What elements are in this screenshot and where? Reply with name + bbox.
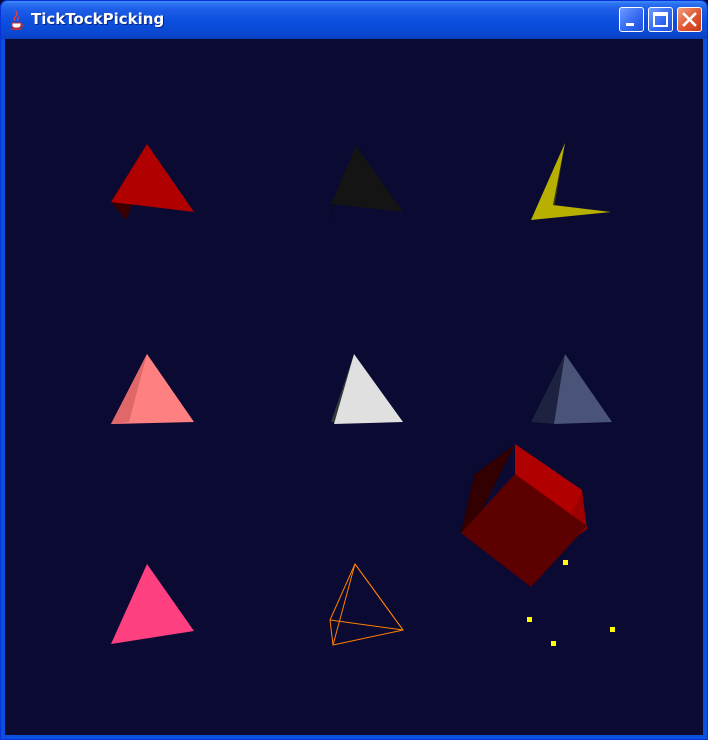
tetrahedron-salmon[interactable] [111, 354, 194, 424]
wireframe-edge-3 [329, 619, 404, 631]
app-window: TickTockPicking [0, 0, 708, 740]
point[interactable] [610, 627, 615, 632]
tetrahedron-pink[interactable] [111, 564, 194, 644]
tetrahedron-white[interactable] [331, 354, 403, 424]
tetrahedron-yellow[interactable] [531, 143, 611, 220]
wireframe-edge-outer [329, 563, 404, 646]
java-coffee-cup-icon[interactable] [8, 10, 26, 30]
window-frame-right [703, 39, 707, 739]
tetrahedron-red[interactable] [111, 144, 194, 220]
tetrahedron-white-face [334, 354, 403, 424]
minimize-icon [626, 23, 634, 26]
tetrahedron-orange-wireframe[interactable] [329, 563, 404, 646]
point[interactable] [551, 641, 556, 646]
close-button[interactable] [677, 7, 702, 32]
tetrahedron-slate[interactable] [531, 354, 612, 424]
tetrahedron-pink-face [111, 564, 194, 644]
close-icon [682, 12, 697, 27]
window-frame-bottom [1, 735, 707, 739]
scene-view[interactable] [5, 39, 703, 735]
tetrahedron-red-face [111, 144, 194, 212]
tetrahedron-yellow-face [531, 143, 611, 220]
rotating-cube[interactable] [461, 444, 587, 587]
title-bar[interactable]: TickTockPicking [1, 1, 707, 39]
point[interactable] [527, 617, 532, 622]
wireframe-edge-2 [354, 563, 404, 631]
point[interactable] [563, 560, 568, 565]
maximize-button[interactable] [648, 7, 673, 32]
maximize-icon [653, 12, 668, 27]
3d-canvas[interactable] [5, 39, 703, 735]
tetrahedron-black[interactable] [330, 146, 403, 220]
minimize-button[interactable] [619, 7, 644, 32]
window-title: TickTockPicking [31, 10, 165, 28]
wireframe-edge-1 [332, 563, 356, 646]
tetrahedron-black-face [331, 146, 403, 212]
